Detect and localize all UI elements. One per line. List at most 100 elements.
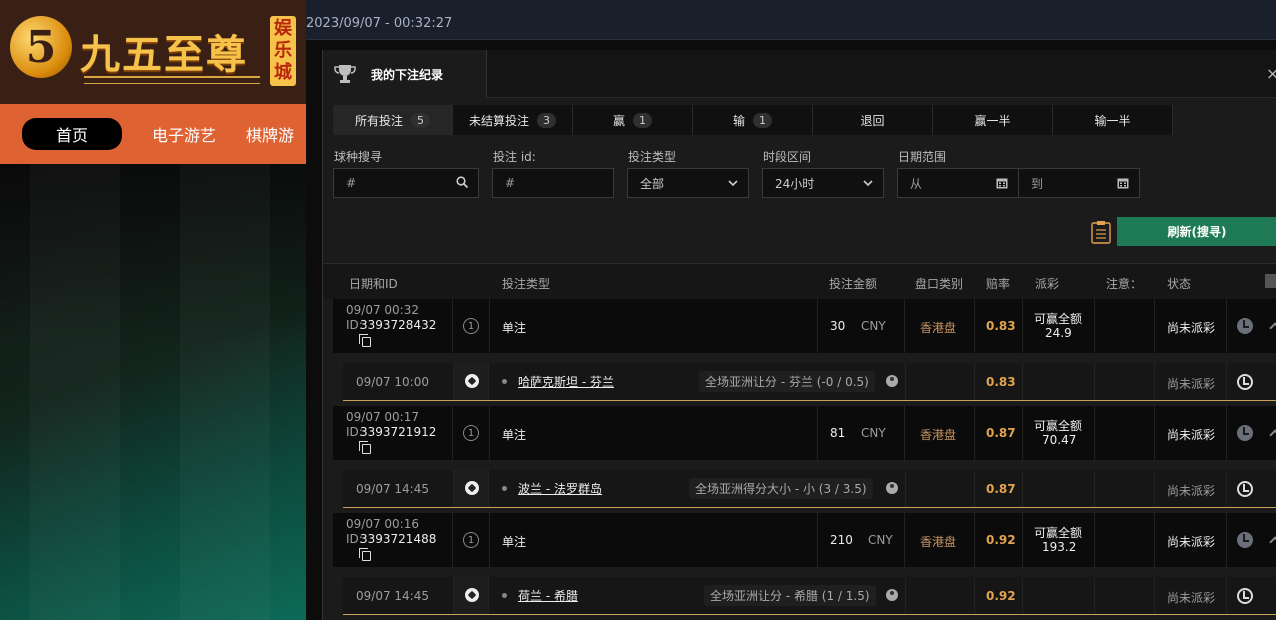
modal-title-tab[interactable]: 我的下注纪录: [323, 50, 487, 98]
selection-date: 09/07 14:45: [356, 482, 429, 496]
selection-row: 09/07 14:45 荷兰 - 希腊 全场亚洲让分 - 希腊 (1 / 1.5…: [343, 577, 1276, 615]
bet-type-cell: 单注: [489, 406, 818, 460]
tab-win[interactable]: 赢1: [573, 105, 693, 135]
bet-currency: CNY: [861, 319, 886, 333]
chevron-down-icon: [863, 180, 873, 187]
tab-label: 输: [732, 113, 745, 128]
tab-label: 退回: [860, 113, 885, 128]
bet-row[interactable]: 09/07 00:32 ID: 3393728432 1 单注 30 CNY 香…: [333, 299, 1276, 353]
match-link[interactable]: 波兰 - 法罗群岛: [518, 480, 602, 497]
tab-count: 1: [633, 112, 652, 128]
calendar-icon[interactable]: [996, 177, 1008, 189]
info-icon[interactable]: [886, 375, 898, 387]
date-from-placeholder: 从: [910, 176, 923, 191]
bet-filter-tabs: 所有投注 5 未结算投注 3 赢1 输1 退回 赢一半 输一半: [333, 105, 1173, 135]
tab-half-win[interactable]: 赢一半: [933, 105, 1053, 135]
selection-odds: 0.87: [986, 482, 1016, 496]
nav-home[interactable]: 首页: [22, 118, 123, 150]
copy-icon[interactable]: [359, 334, 371, 347]
bet-odds: 0.92: [986, 533, 1016, 547]
bet-type-cell: 单注: [489, 299, 818, 353]
bet-amount: 210: [830, 533, 853, 547]
tab-refund[interactable]: 退回: [813, 105, 933, 135]
selection-row: 09/07 14:45 波兰 - 法罗群岛 全场亚洲得分大小 - 小 (3 / …: [343, 470, 1276, 508]
bet-date-id-cell: 09/07 00:17 ID: 3393721912: [333, 406, 453, 460]
bullet-icon: [502, 486, 507, 491]
copy-icon[interactable]: [359, 441, 371, 454]
status-cell: 尚未派彩: [1155, 406, 1227, 460]
bet-type: 单注: [502, 428, 527, 442]
bet-id: 3393721488: [360, 532, 437, 546]
refresh-search-button[interactable]: 刷新(搜寻): [1117, 217, 1276, 246]
selection-row: 09/07 10:00 哈萨克斯坦 - 芬兰 全场亚洲让分 - 芬兰 (-0 /…: [343, 363, 1276, 401]
selection-odds-cell: 0.83: [975, 363, 1023, 400]
selection-status: 尚未派彩: [1167, 484, 1216, 498]
site-nav: 首页 电子游艺 棋牌游: [0, 104, 306, 164]
note-cell: [1095, 406, 1155, 460]
payout-cell: 可赢全额 70.47: [1023, 406, 1095, 460]
chevron-up-icon[interactable]: [1269, 536, 1276, 548]
collapse-toggle-icon[interactable]: [1265, 274, 1276, 288]
amount-cell: 81 CNY: [818, 406, 905, 460]
clipboard-icon[interactable]: [1091, 220, 1111, 244]
close-icon[interactable]: ×: [1266, 64, 1276, 83]
selection-status-cell: 尚未派彩: [1155, 577, 1227, 614]
search-icon[interactable]: [456, 176, 468, 188]
tab-half-lose[interactable]: 输一半: [1053, 105, 1173, 135]
date-from-input[interactable]: 从: [897, 168, 1019, 198]
bet-id-input[interactable]: #: [492, 168, 614, 198]
payout-label: 可赢全额: [1034, 526, 1083, 540]
payout-cell: 可赢全额 193.2: [1023, 513, 1095, 567]
status-cell: 尚未派彩: [1155, 513, 1227, 567]
nav-cards[interactable]: 棋牌游: [246, 122, 294, 146]
selection-odds-type-cell: [905, 577, 975, 614]
bet-row[interactable]: 09/07 00:17 ID: 3393721912 1 单注 81 CNY 香…: [333, 406, 1276, 460]
amount-cell: 210 CNY: [818, 513, 905, 567]
sport-cell: [453, 470, 489, 507]
match-link[interactable]: 荷兰 - 希腊: [518, 587, 578, 604]
sport-search-label: 球种搜寻: [334, 150, 383, 164]
bet-status: 尚未派彩: [1167, 535, 1216, 549]
table-header: 日期和ID 投注类型 投注金额 盘口类别 赔率 派彩 注意： 状态: [323, 263, 1276, 299]
bet-id-label: 投注 id:: [493, 150, 536, 164]
legs-count-icon: 1: [463, 318, 479, 334]
tab-unsettled[interactable]: 未结算投注 3: [453, 105, 573, 135]
sport-search-input[interactable]: #: [333, 168, 479, 198]
odds-type: 香港盘: [920, 321, 957, 335]
bet-type: 单注: [502, 321, 527, 335]
bet-type-select[interactable]: 全部: [627, 168, 749, 198]
copy-icon[interactable]: [359, 548, 371, 561]
clock-icon: [1237, 588, 1253, 604]
market-label: 全场亚洲让分 - 芬兰 (-0 / 0.5): [699, 371, 875, 392]
odds-cell: 0.87: [975, 406, 1023, 460]
calendar-icon[interactable]: [1117, 177, 1129, 189]
soccer-ball-icon: [465, 374, 479, 388]
odds-type-cell: 香港盘: [905, 299, 975, 353]
payout-amount: 70.47: [1042, 433, 1077, 447]
top-bar: 2023/09/07 - 00:32:27: [306, 0, 1276, 40]
chevron-up-icon[interactable]: [1269, 429, 1276, 441]
info-icon[interactable]: [886, 589, 898, 601]
bet-currency: CNY: [868, 533, 893, 547]
market-label: 全场亚洲让分 - 希腊 (1 / 1.5): [704, 585, 876, 606]
tab-count: 3: [537, 112, 556, 128]
site-background: 5 九五至尊 娱乐城 首页 电子游艺 棋牌游: [0, 0, 306, 620]
tab-label: 输一半: [1094, 113, 1131, 128]
selection-date: 09/07 10:00: [356, 375, 429, 389]
chevron-up-icon[interactable]: [1269, 322, 1276, 334]
match-link[interactable]: 哈萨克斯坦 - 芬兰: [518, 373, 614, 390]
info-icon[interactable]: [886, 482, 898, 494]
odds-type-cell: 香港盘: [905, 513, 975, 567]
clock-icon: [1237, 374, 1253, 390]
tab-lose[interactable]: 输1: [693, 105, 813, 135]
nav-slots[interactable]: 电子游艺: [152, 122, 216, 146]
bet-date: 09/07 00:32: [346, 303, 419, 317]
payout-amount: 193.2: [1042, 540, 1077, 554]
selection-note-cell: [1095, 470, 1155, 507]
bet-row[interactable]: 09/07 00:16 ID: 3393721488 1 单注 210 CNY …: [333, 513, 1276, 567]
date-to-input[interactable]: 到: [1018, 168, 1140, 198]
period-select[interactable]: 24小时: [762, 168, 884, 198]
tab-all-bets[interactable]: 所有投注 5: [333, 105, 453, 135]
logo-text: 九五至尊: [80, 31, 248, 78]
selection-note-cell: [1095, 577, 1155, 614]
